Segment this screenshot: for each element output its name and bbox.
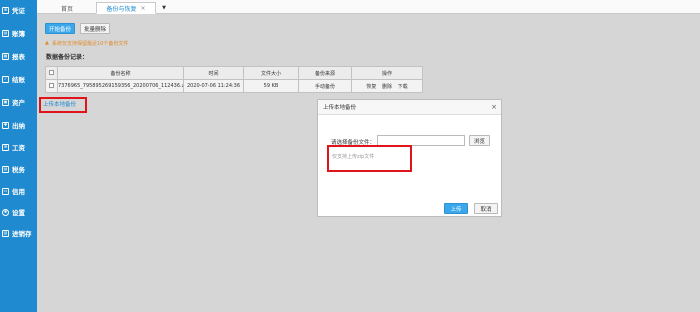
tab-home[interactable]: 首页 xyxy=(46,2,88,14)
sidebar-item-label: 出纳 xyxy=(12,122,25,130)
browse-button[interactable]: 浏览 xyxy=(469,135,490,146)
sidebar-item-books[interactable]: ▤ 账簿 xyxy=(0,25,37,41)
sidebar-item-label: 设置 xyxy=(12,209,25,217)
inventory-icon: ▥ xyxy=(2,229,9,237)
backup-size-cell: 59 KB xyxy=(243,79,299,93)
table-header-row: 备份名称 时间 文件大小 备份来源 操作 xyxy=(45,66,423,80)
column-header-source: 备份来源 xyxy=(298,66,352,80)
sidebar-item-inventory[interactable]: ▥ 进销存 xyxy=(0,225,37,241)
sidebar-item-label: 工资 xyxy=(12,144,25,152)
restore-link[interactable]: 恢复 xyxy=(366,84,376,90)
sidebar-item-tax[interactable]: ▤ 税务 xyxy=(0,161,37,177)
sidebar-item-label: 结账 xyxy=(12,76,25,84)
backup-time-cell: 2020-07-06 11:24:36 xyxy=(183,79,244,93)
warning-text: 系统仅支持保留最近10个备份文件 xyxy=(52,41,129,47)
sidebar-item-closing[interactable]: ✓ 结账 xyxy=(0,71,37,87)
payroll-icon: ≡ xyxy=(2,143,9,151)
document-icon: ≡ xyxy=(2,6,9,14)
section-title: 数据备份记录： xyxy=(46,54,89,61)
warning-icon: ▲ xyxy=(45,40,49,46)
sidebar-item-settings[interactable]: ✱ 设置 xyxy=(0,204,37,220)
upload-button[interactable]: 上传 xyxy=(444,203,468,214)
sidebar-item-label: 税务 xyxy=(12,166,25,174)
column-header-size: 文件大小 xyxy=(243,66,299,80)
tab-backup-restore[interactable]: 备份与恢复 × xyxy=(96,2,156,14)
column-header-time: 时间 xyxy=(183,66,244,80)
dialog-title: 上传本地备份 xyxy=(323,105,357,111)
tax-icon: ▤ xyxy=(2,165,9,173)
select-all-checkbox[interactable] xyxy=(49,70,54,75)
close-icon[interactable]: × xyxy=(140,5,145,12)
download-link[interactable]: 下载 xyxy=(398,84,408,90)
sidebar-item-label: 凭证 xyxy=(12,7,25,15)
highlight-box-hint xyxy=(327,145,412,172)
sidebar-item-label: 账簿 xyxy=(12,30,25,38)
start-backup-button[interactable]: 开始备份 xyxy=(45,23,75,34)
report-icon: ▦ xyxy=(2,52,9,60)
backup-name-cell: 7376965_795895269159356_20200706_112436.… xyxy=(57,79,184,93)
dialog-header: 上传本地备份 xyxy=(318,100,501,115)
credit-icon: ▭ xyxy=(2,187,9,195)
table-row: 7376965_795895269159356_20200706_112436.… xyxy=(45,79,423,93)
book-icon: ▤ xyxy=(2,29,9,37)
select-all-cell xyxy=(45,66,58,80)
sidebar-item-assets[interactable]: ▣ 资产 xyxy=(0,94,37,110)
actions-cell: 恢复 删除 下载 xyxy=(351,79,423,93)
checkout-icon: ✓ xyxy=(2,75,9,83)
delete-link[interactable]: 删除 xyxy=(382,84,392,90)
sidebar: ≡ 凭证 ▤ 账簿 ▦ 报表 ✓ 结账 ▣ 资产 ¥ 出纳 ≡ 工资 ▤ 税务 … xyxy=(0,0,37,312)
sidebar-item-label: 进销存 xyxy=(12,230,32,238)
sidebar-item-label: 资产 xyxy=(12,99,25,107)
gear-icon: ✱ xyxy=(2,208,9,216)
cancel-button[interactable]: 取消 xyxy=(474,203,498,214)
row-checkbox[interactable] xyxy=(49,83,54,88)
column-header-name: 备份名称 xyxy=(57,66,184,80)
sidebar-item-reports[interactable]: ▦ 报表 xyxy=(0,48,37,64)
warning-message: ▲ 系统仅支持保留最近10个备份文件 xyxy=(45,40,129,48)
sidebar-item-label: 报表 xyxy=(12,53,25,61)
sidebar-item-credit[interactable]: ▭ 信用 xyxy=(0,183,37,199)
asset-icon: ▣ xyxy=(2,98,9,106)
batch-delete-button[interactable]: 批量删除 xyxy=(80,23,110,34)
close-icon[interactable]: × xyxy=(491,103,497,111)
sidebar-item-voucher[interactable]: ≡ 凭证 xyxy=(0,2,37,18)
backup-table: 备份名称 时间 文件大小 备份来源 操作 7376965_79589526915… xyxy=(45,66,423,93)
cashier-icon: ¥ xyxy=(2,121,9,129)
tab-label: 备份与恢复 xyxy=(106,5,137,13)
sidebar-item-cashier[interactable]: ¥ 出纳 xyxy=(0,117,37,133)
sidebar-item-payroll[interactable]: ≡ 工资 xyxy=(0,139,37,155)
tab-bar: 首页 备份与恢复 × ▼ xyxy=(37,0,700,14)
highlight-box-upload-link xyxy=(39,97,87,113)
row-select-cell xyxy=(45,79,58,93)
column-header-actions: 操作 xyxy=(351,66,423,80)
sidebar-item-label: 信用 xyxy=(12,188,25,196)
chevron-down-icon[interactable]: ▼ xyxy=(159,2,169,14)
backup-source-cell: 手动备份 xyxy=(298,79,352,93)
